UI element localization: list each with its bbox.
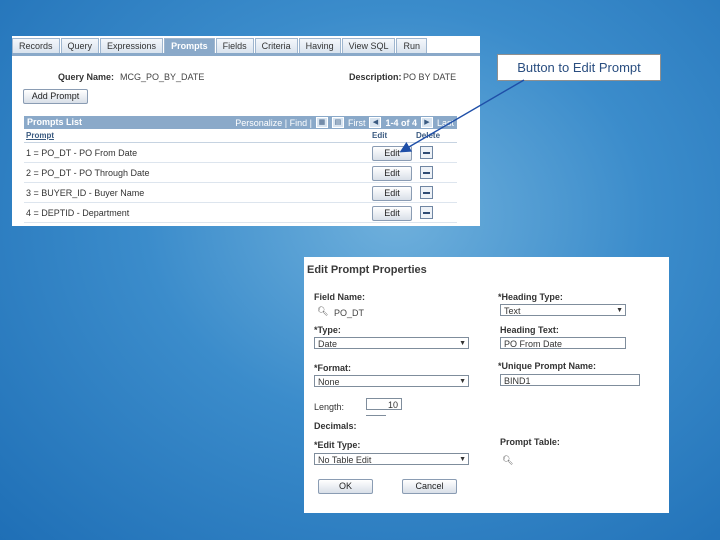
tab-strip: [12, 53, 480, 56]
edit-button[interactable]: Edit: [372, 206, 412, 221]
heading-text-label: Heading Text:: [500, 325, 559, 335]
prompts-column-headers: Prompt Edit Delete: [24, 130, 457, 143]
edit-prompt-properties-panel: Edit Prompt Properties Field Name: 🔍︎ PO…: [304, 257, 669, 513]
cancel-button[interactable]: Cancel: [402, 479, 457, 494]
edit-prompt-title: Edit Prompt Properties: [307, 264, 427, 276]
prompt-text: 3 = BUYER_ID - Buyer Name: [26, 188, 145, 198]
col-edit: Edit: [372, 131, 388, 140]
callout-label: Button to Edit Prompt: [497, 54, 661, 81]
length-input[interactable]: 10: [366, 398, 402, 410]
tab-records[interactable]: Records: [12, 38, 60, 53]
field-name-value: PO_DT: [334, 308, 365, 318]
length-label: Length:: [314, 402, 345, 412]
heading-type-select[interactable]: Text: [500, 304, 626, 316]
first-link[interactable]: First: [348, 118, 366, 128]
prompt-text: 2 = PO_DT - PO Through Date: [26, 168, 150, 178]
type-select[interactable]: Date: [314, 337, 469, 349]
decimals-label: Decimals:: [314, 421, 357, 431]
query-manager-panel: Records Query Expressions Prompts Fields…: [12, 36, 480, 226]
next-arrow-icon[interactable]: ▶: [420, 117, 433, 128]
delete-icon[interactable]: [420, 186, 433, 199]
heading-type-label: *Heading Type:: [498, 292, 563, 302]
prompts-list-title: Prompts List: [27, 117, 83, 127]
description-value: PO BY DATE: [403, 72, 457, 82]
tab-view-sql[interactable]: View SQL: [341, 38, 396, 53]
description-label: Description:: [349, 72, 402, 82]
table-row: 1 = PO_DT - PO From Date Edit: [24, 143, 457, 163]
query-name-value: MCG_PO_BY_DATE: [120, 72, 205, 82]
download-icon[interactable]: ▤: [331, 117, 344, 128]
format-label: *Format:: [314, 363, 352, 373]
prompt-text: 1 = PO_DT - PO From Date: [26, 148, 138, 158]
table-row: 2 = PO_DT - PO Through Date Edit: [24, 163, 457, 183]
query-tabs: Records Query Expressions Prompts Fields…: [12, 38, 480, 54]
query-name-label: Query Name:: [58, 72, 115, 82]
unique-prompt-name-label: *Unique Prompt Name:: [498, 361, 597, 371]
prompt-table-label: Prompt Table:: [500, 437, 560, 447]
edit-type-label: *Edit Type:: [314, 440, 361, 450]
delete-icon[interactable]: [420, 146, 433, 159]
decimals-input[interactable]: [366, 415, 386, 416]
table-row: 3 = BUYER_ID - Buyer Name Edit: [24, 183, 457, 203]
col-prompt[interactable]: Prompt: [26, 131, 54, 140]
unique-prompt-name-input[interactable]: BIND1: [500, 374, 640, 386]
edit-type-select[interactable]: No Table Edit: [314, 453, 469, 465]
prompt-table-search-icon[interactable]: 🔍︎: [502, 455, 513, 466]
field-name-label: Field Name:: [314, 292, 366, 302]
tab-having[interactable]: Having: [298, 38, 341, 53]
prompts-grid-header: Prompts List Personalize | Find | ▦ ▤ Fi…: [24, 116, 457, 129]
heading-text-input[interactable]: PO From Date: [500, 337, 626, 349]
ok-button[interactable]: OK: [318, 479, 373, 494]
type-label: *Type:: [314, 325, 341, 335]
grid-navigation: Personalize | Find | ▦ ▤ First ◀ 1-4 of …: [235, 117, 454, 128]
edit-button[interactable]: Edit: [372, 146, 412, 161]
tab-prompts[interactable]: Prompts: [164, 38, 215, 53]
tab-expressions[interactable]: Expressions: [100, 38, 164, 53]
delete-icon[interactable]: [420, 206, 433, 219]
personalize-find-link[interactable]: Personalize | Find |: [235, 118, 312, 128]
tab-query[interactable]: Query: [60, 38, 100, 53]
tab-criteria[interactable]: Criteria: [254, 38, 298, 53]
edit-button[interactable]: Edit: [372, 166, 412, 181]
prev-arrow-icon[interactable]: ◀: [369, 117, 382, 128]
col-delete: Delete: [416, 131, 441, 140]
last-link[interactable]: Last: [437, 118, 454, 128]
view-all-icon[interactable]: ▦: [315, 117, 328, 128]
table-row: 4 = DEPTID - Department Edit: [24, 203, 457, 223]
tab-run[interactable]: Run: [396, 38, 427, 53]
prompt-text: 4 = DEPTID - Department: [26, 208, 130, 218]
search-icon[interactable]: 🔍︎: [317, 306, 328, 317]
format-select[interactable]: None: [314, 375, 469, 387]
add-prompt-button[interactable]: Add Prompt: [23, 89, 88, 104]
tab-fields[interactable]: Fields: [215, 38, 254, 53]
delete-icon[interactable]: [420, 166, 433, 179]
edit-button[interactable]: Edit: [372, 186, 412, 201]
row-counter: 1-4 of 4: [385, 117, 417, 128]
